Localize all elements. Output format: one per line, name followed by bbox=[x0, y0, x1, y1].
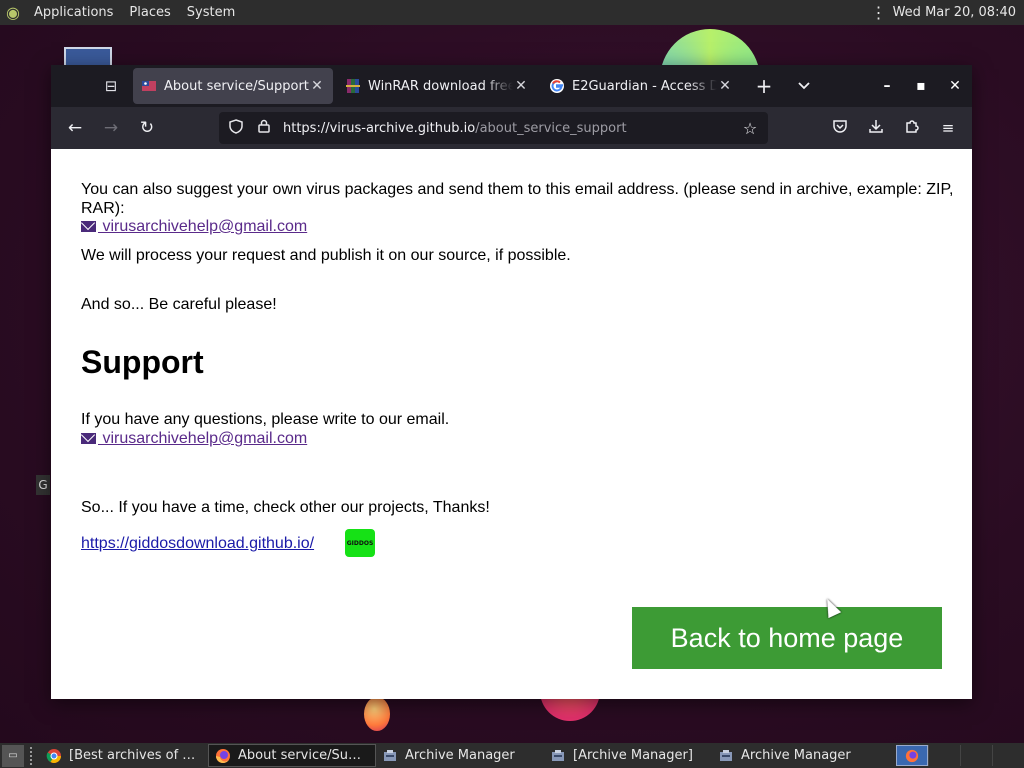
taskbar-label: About service/Supp... bbox=[238, 748, 369, 763]
taskbar-label: Archive Manager bbox=[741, 748, 851, 763]
url-host: https://virus-archive.github.io bbox=[283, 120, 476, 136]
envelope-icon bbox=[81, 221, 96, 232]
new-tab-icon[interactable]: + bbox=[749, 71, 779, 101]
support-heading: Support bbox=[81, 344, 204, 380]
menu-hamburger-icon[interactable]: ≡ bbox=[930, 119, 966, 137]
archive-manager-icon bbox=[382, 748, 398, 764]
taskbar-item-chrome[interactable]: [Best archives of ne... bbox=[40, 744, 208, 767]
window-controls: – ▪ ✕ bbox=[870, 65, 972, 107]
maximize-icon[interactable]: ▪ bbox=[904, 78, 938, 94]
firefox-icon bbox=[215, 748, 231, 764]
downloads-icon[interactable] bbox=[858, 118, 894, 138]
tab-close-icon[interactable]: ✕ bbox=[513, 78, 529, 94]
url-text[interactable]: https://virus-archive.github.io/about_se… bbox=[283, 121, 627, 136]
firefox-view-icon[interactable]: ⊟ bbox=[93, 68, 129, 104]
show-desktop-icon[interactable]: ▭ bbox=[2, 744, 24, 767]
taskbar-item-archive-manager[interactable]: Archive Manager bbox=[376, 744, 544, 767]
back-icon[interactable]: ← bbox=[57, 112, 93, 144]
workspace-switcher bbox=[896, 743, 1024, 768]
chrome-icon bbox=[46, 748, 62, 764]
panel-right: ⋮ Wed Mar 20, 08:40 bbox=[871, 0, 1024, 25]
email-link[interactable]: virusarchivehelp@gmail.com bbox=[81, 217, 307, 236]
tab-title: E2Guardian - Access Den bbox=[572, 78, 717, 94]
taskbar-separator bbox=[30, 746, 34, 765]
nav-bar: ← → ↻ https://virus-archive.github.io/ab… bbox=[51, 107, 972, 149]
panel-clock[interactable]: Wed Mar 20, 08:40 bbox=[893, 5, 1016, 20]
workspace-4[interactable] bbox=[992, 745, 1024, 766]
google-icon bbox=[549, 78, 565, 94]
globe-flag-icon bbox=[141, 78, 157, 94]
process-text: We will process your request and publish… bbox=[81, 247, 571, 264]
taskbar-item-firefox[interactable]: About service/Supp... bbox=[208, 744, 376, 767]
archive-manager-icon bbox=[718, 748, 734, 764]
taskbar-label: Archive Manager bbox=[405, 748, 515, 763]
panel-overflow-icon[interactable]: ⋮ bbox=[871, 0, 887, 25]
minimize-icon[interactable]: – bbox=[870, 78, 904, 94]
page-content: You can also suggest your own virus pack… bbox=[51, 149, 972, 699]
panel-menu: ◉ Applications Places System bbox=[0, 0, 243, 25]
taskbar-label: [Best archives of ne... bbox=[69, 748, 202, 763]
email-link-text: virusarchivehelp@gmail.com bbox=[98, 430, 308, 447]
tab-close-icon[interactable]: ✕ bbox=[717, 78, 733, 94]
address-bar[interactable]: https://virus-archive.github.io/about_se… bbox=[219, 112, 768, 144]
list-all-tabs-icon[interactable] bbox=[789, 71, 819, 101]
extensions-icon[interactable] bbox=[894, 118, 930, 138]
giddos-logo[interactable]: GIDDOS bbox=[345, 529, 375, 557]
careful-text: And so... Be careful please! bbox=[81, 296, 277, 313]
workspace-2[interactable] bbox=[928, 745, 960, 766]
tracking-protection-shield-icon[interactable] bbox=[225, 118, 247, 138]
tab-bar: ⊟ About service/Support ✕ WinRAR downloa… bbox=[51, 65, 972, 107]
url-path: /about_service_support bbox=[475, 120, 627, 136]
taskbar-item-archive-manager[interactable]: Archive Manager bbox=[712, 744, 880, 767]
taskbar-label: [Archive Manager] bbox=[573, 748, 693, 763]
support-email-link[interactable]: virusarchivehelp@gmail.com bbox=[81, 429, 307, 448]
bookmark-star-icon[interactable]: ☆ bbox=[738, 119, 762, 138]
tab-about-service[interactable]: About service/Support ✕ bbox=[133, 68, 333, 104]
close-window-icon[interactable]: ✕ bbox=[938, 78, 972, 94]
email-link-text: virusarchivehelp@gmail.com bbox=[98, 218, 308, 235]
giddos-link[interactable]: https://giddosdownload.github.io/ bbox=[81, 534, 314, 553]
desktop-edge-label: G bbox=[36, 475, 50, 495]
taskbar: ▭ [Best archives of ne... About service/… bbox=[0, 743, 1024, 768]
desktop-computer-icon[interactable] bbox=[64, 47, 112, 67]
envelope-icon bbox=[81, 433, 96, 444]
workspace-1[interactable] bbox=[896, 745, 928, 766]
menu-places[interactable]: Places bbox=[121, 0, 178, 25]
archive-manager-icon bbox=[550, 748, 566, 764]
tab-winrar[interactable]: WinRAR download free a ✕ bbox=[337, 68, 537, 104]
intro-text: You can also suggest your own virus pack… bbox=[81, 181, 954, 217]
tab-title: WinRAR download free a bbox=[368, 78, 513, 94]
pocket-icon[interactable] bbox=[822, 119, 858, 138]
winrar-icon bbox=[345, 78, 361, 94]
tab-e2guardian[interactable]: E2Guardian - Access Den ✕ bbox=[541, 68, 741, 104]
menu-system[interactable]: System bbox=[179, 0, 243, 25]
toolbar-right: ≡ bbox=[822, 112, 966, 144]
wallpaper-blob bbox=[364, 697, 390, 731]
giddos-logo-text: GIDDOS bbox=[346, 539, 374, 547]
back-to-home-button[interactable]: Back to home page bbox=[632, 607, 942, 669]
top-panel: ◉ Applications Places System ⋮ Wed Mar 2… bbox=[0, 0, 1024, 25]
workspace-3[interactable] bbox=[960, 745, 992, 766]
projects-text: So... If you have a time, check other ou… bbox=[81, 499, 490, 516]
tab-close-icon[interactable]: ✕ bbox=[309, 78, 325, 94]
questions-text: If you have any questions, please write … bbox=[81, 411, 450, 428]
menu-applications[interactable]: Applications bbox=[26, 0, 121, 25]
reload-icon[interactable]: ↻ bbox=[129, 112, 165, 144]
distro-logo-icon[interactable]: ◉ bbox=[0, 0, 26, 25]
forward-icon[interactable]: → bbox=[93, 112, 129, 144]
lock-icon[interactable] bbox=[253, 119, 275, 137]
taskbar-item-archive-manager[interactable]: [Archive Manager] bbox=[544, 744, 712, 767]
tab-title: About service/Support bbox=[164, 78, 309, 94]
